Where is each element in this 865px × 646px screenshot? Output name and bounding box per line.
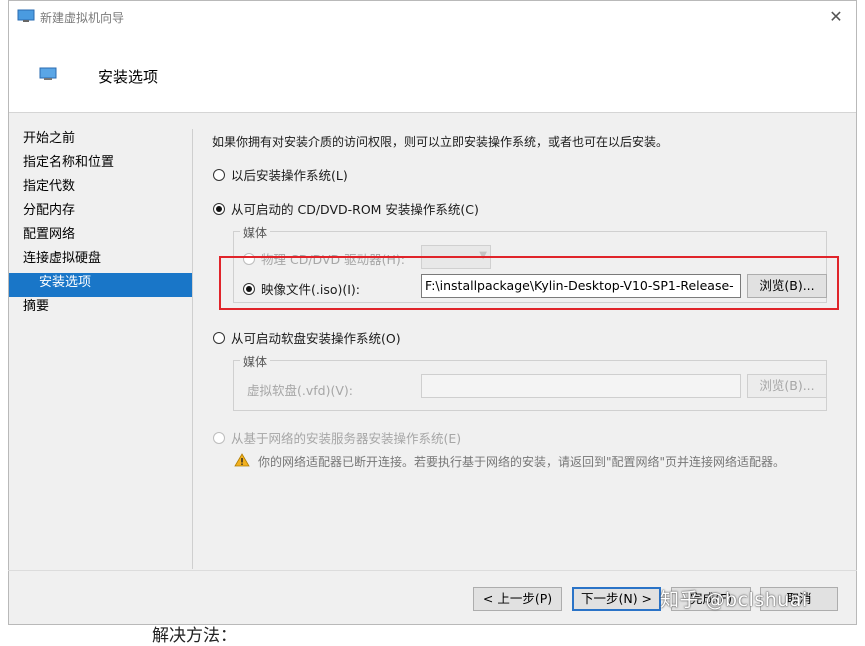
option-install-later-label: 以后安装操作系统(L): [231, 168, 348, 183]
next-button[interactable]: 下一步(N) >: [572, 587, 661, 611]
nav-item-memory[interactable]: 分配内存: [9, 201, 192, 225]
nav-item-virtual-disk[interactable]: 连接虚拟硬盘: [9, 249, 192, 273]
option-install-later[interactable]: 以后安装操作系统(L): [213, 165, 348, 184]
nav-item-install-options[interactable]: 安装选项: [9, 273, 192, 297]
page-header: 安装选项: [9, 33, 856, 113]
warning-icon: [234, 453, 250, 467]
network-warning-text: 你的网络适配器已断开连接。若要执行基于网络的安装，请返回到"配置网络"页并连接网…: [258, 455, 786, 469]
nav-item-before-you-begin[interactable]: 开始之前: [9, 129, 192, 153]
option-install-cd[interactable]: 从可启动的 CD/DVD-ROM 安装操作系统(C): [213, 199, 479, 218]
page-title: 安装选项: [98, 68, 159, 86]
footer-divider: [8, 570, 857, 571]
nav-item-network[interactable]: 配置网络: [9, 225, 192, 249]
option-install-floppy-label: 从可启动软盘安装操作系统(O): [231, 331, 401, 346]
floppy-media-group-label: 媒体: [240, 353, 271, 370]
nav-item-generation[interactable]: 指定代数: [9, 177, 192, 201]
option-install-cd-label: 从可启动的 CD/DVD-ROM 安装操作系统(C): [231, 202, 479, 217]
document-caption-text: 解决方法：: [152, 626, 237, 646]
close-button[interactable]: ✕: [822, 3, 850, 31]
monitor-icon: [17, 9, 35, 22]
radio-install-cd[interactable]: [213, 202, 225, 215]
radio-install-later[interactable]: [213, 168, 225, 181]
radio-install-network[interactable]: [213, 431, 225, 444]
radio-install-floppy[interactable]: [213, 331, 225, 344]
window-title: 新建虚拟机向导: [40, 11, 125, 25]
floppy-label: 虚拟软盘(.vfd)(V):: [247, 383, 353, 398]
nav-item-summary[interactable]: 摘要: [9, 297, 192, 321]
floppy-path-input[interactable]: [421, 374, 741, 398]
wizard-steps-nav: 开始之前 指定名称和位置 指定代数 分配内存 配置网络 连接虚拟硬盘 安装选项 …: [9, 129, 193, 569]
title-bar: 新建虚拟机向导 ✕: [9, 1, 856, 33]
option-install-network-label: 从基于网络的安装服务器安装操作系统(E): [231, 431, 462, 446]
wizard-window: 新建虚拟机向导 ✕ 安装选项 开始之前 指定名称和位置 指定代数 分配内存 配置…: [8, 0, 857, 625]
browse-floppy-button[interactable]: 浏览(B)...: [747, 374, 827, 398]
media-group-label: 媒体: [240, 224, 271, 241]
watermark-text: 知乎 @bclshuai: [660, 589, 808, 611]
option-install-floppy[interactable]: 从可启动软盘安装操作系统(O): [213, 328, 401, 347]
nav-item-name-location[interactable]: 指定名称和位置: [9, 153, 192, 177]
description-text: 如果你拥有对安装介质的访问权限，则可以立即安装操作系统，或者也可在以后安装。: [212, 135, 669, 149]
highlight-annotation-box: [219, 256, 839, 310]
previous-button[interactable]: < 上一步(P): [473, 587, 562, 611]
option-install-network[interactable]: 从基于网络的安装服务器安装操作系统(E): [213, 428, 461, 447]
monitor-icon: [39, 67, 57, 80]
